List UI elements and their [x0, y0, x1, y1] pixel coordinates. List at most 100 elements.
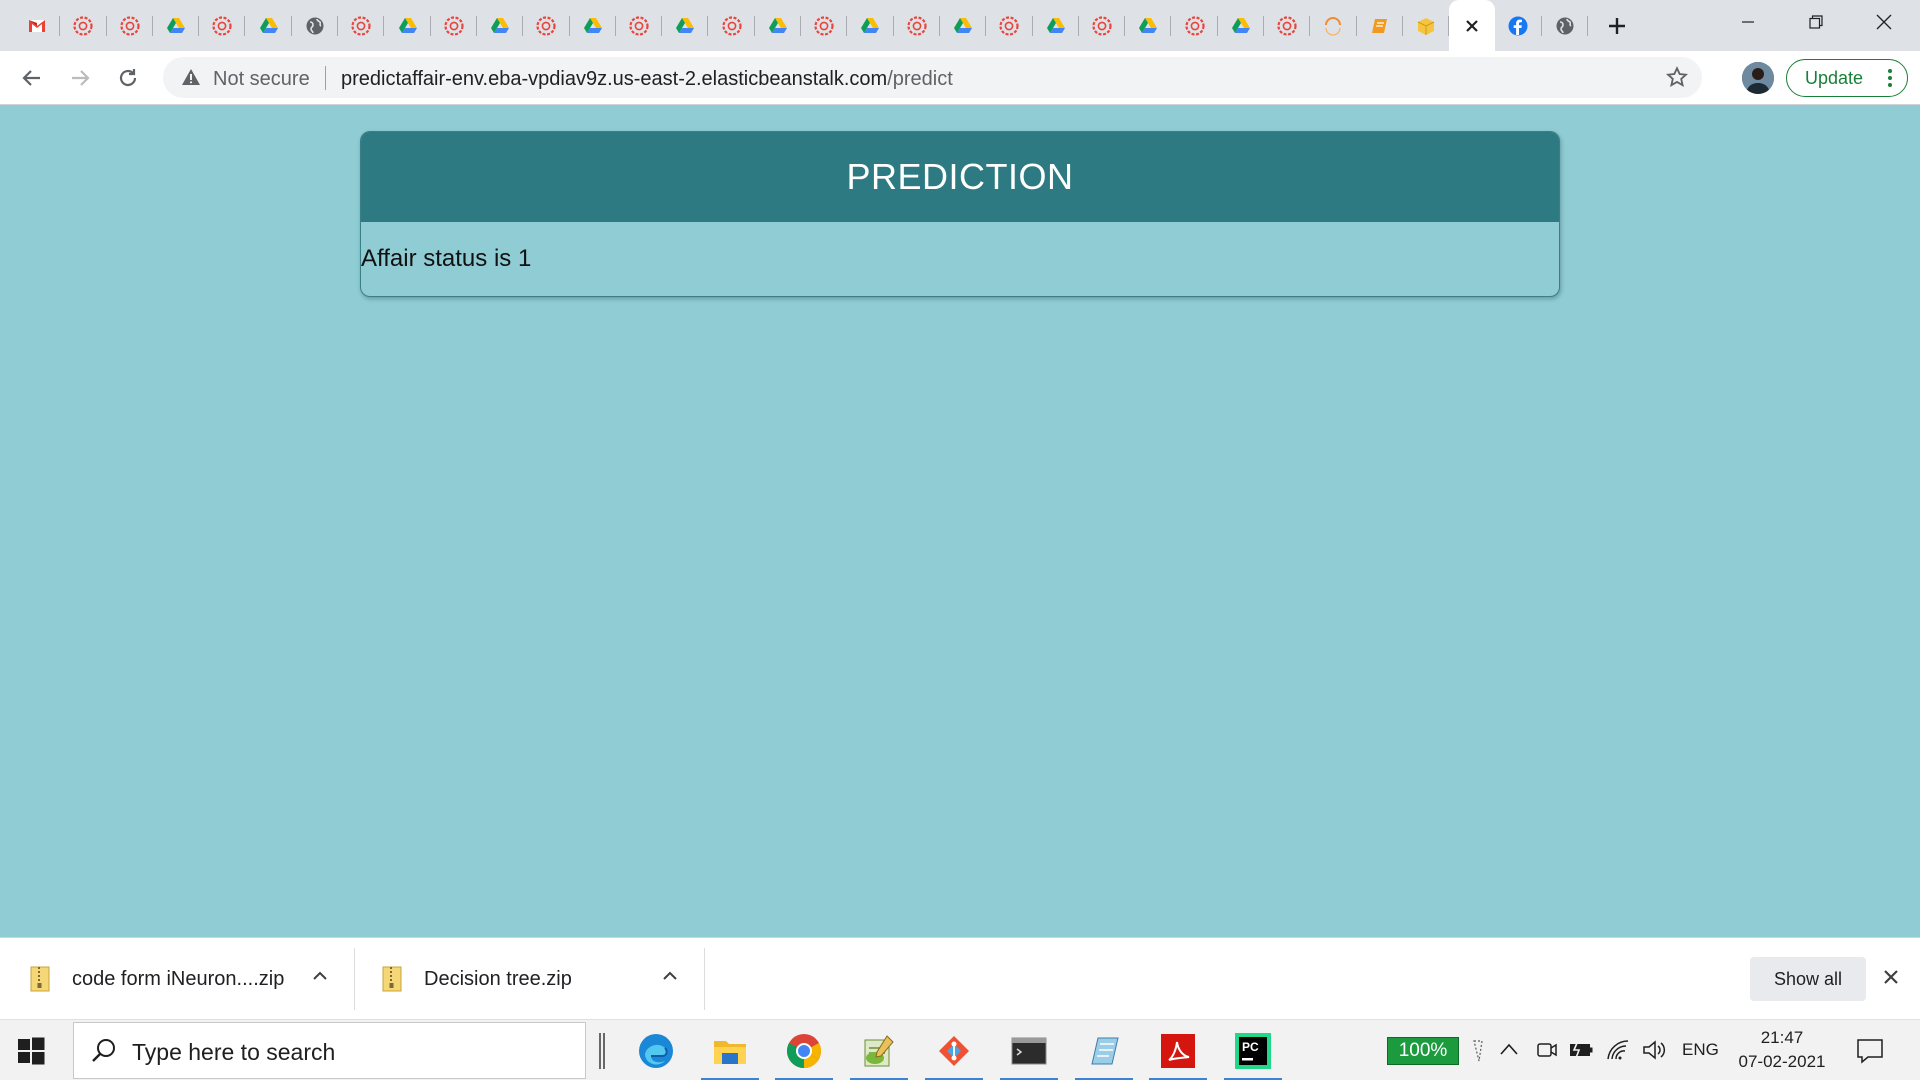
orange-book-icon: [1370, 16, 1390, 36]
windows-start-icon[interactable]: [16, 1036, 46, 1071]
google-drive-icon: [953, 16, 973, 36]
tab[interactable]: [801, 0, 848, 51]
tab[interactable]: [616, 0, 663, 51]
notepad-plus-taskbar-icon[interactable]: [848, 1020, 910, 1080]
show-hidden-icons-chevron-icon[interactable]: [1499, 1042, 1519, 1061]
reload-button[interactable]: [110, 60, 146, 96]
tab[interactable]: [1403, 0, 1450, 51]
clock-time: 21:47: [1760, 1028, 1804, 1047]
volume-icon[interactable]: [1642, 1039, 1668, 1066]
address-divider: [325, 66, 326, 90]
address-bar[interactable]: Not secure predictaffair-env.eba-vpdiav9…: [163, 57, 1702, 98]
terminal-taskbar-icon[interactable]: [998, 1020, 1060, 1080]
zip-file-icon: [30, 966, 50, 992]
battery-icon[interactable]: [1568, 1039, 1594, 1066]
update-button[interactable]: Update: [1786, 59, 1908, 97]
close-icon: [1876, 14, 1892, 30]
ineuron-icon: [444, 15, 464, 36]
edge-taskbar-icon[interactable]: [625, 1020, 687, 1080]
tab[interactable]: [662, 0, 709, 51]
new-tab-button[interactable]: [1600, 9, 1634, 43]
tab-active[interactable]: [1449, 0, 1496, 51]
tab[interactable]: [847, 0, 894, 51]
language-indicator[interactable]: ENG: [1682, 1040, 1719, 1060]
tab[interactable]: [384, 0, 431, 51]
window-close-button[interactable]: [1850, 0, 1918, 44]
tab[interactable]: [986, 0, 1033, 51]
tab[interactable]: [1264, 0, 1311, 51]
tab[interactable]: [14, 0, 61, 51]
tab[interactable]: [570, 0, 617, 51]
close-shelf-button[interactable]: [1880, 966, 1902, 993]
security-status-label[interactable]: Not secure: [213, 68, 310, 91]
search-placeholder: Type here to search: [132, 1039, 336, 1065]
tab[interactable]: [292, 0, 339, 51]
tab[interactable]: [708, 0, 756, 51]
meet-now-icon[interactable]: [1536, 1039, 1558, 1066]
minimize-button[interactable]: [1714, 0, 1782, 44]
taskbar-search-box[interactable]: Type here to search: [73, 1022, 586, 1079]
tab[interactable]: [477, 0, 524, 51]
back-button[interactable]: [14, 60, 50, 96]
tab[interactable]: [1033, 0, 1080, 51]
restore-button[interactable]: [1782, 0, 1850, 44]
arrow-right-icon: [72, 70, 90, 86]
close-icon[interactable]: [1462, 16, 1482, 36]
notification-center-icon[interactable]: [1856, 1038, 1884, 1069]
tab[interactable]: [245, 0, 293, 51]
tab[interactable]: [338, 0, 385, 51]
chevron-up-icon[interactable]: [662, 968, 678, 986]
file-explorer-taskbar-icon[interactable]: [699, 1020, 761, 1080]
download-item[interactable]: code form iNeuron....zip: [30, 938, 340, 1020]
wifi-icon[interactable]: [1606, 1039, 1630, 1066]
tab[interactable]: [107, 0, 154, 51]
tab[interactable]: [1125, 0, 1172, 51]
clock[interactable]: 21:47 07-02-2021: [1736, 1026, 1828, 1074]
forward-button[interactable]: [62, 60, 98, 96]
warning-icon[interactable]: [181, 68, 201, 91]
download-item[interactable]: Decision tree.zip: [382, 938, 692, 1020]
ineuron-icon: [536, 15, 557, 36]
google-drive-icon: [490, 16, 510, 36]
bookmark-star-icon[interactable]: [1665, 66, 1689, 93]
tab[interactable]: [1357, 0, 1404, 51]
gmail-icon: [27, 16, 47, 36]
ineuron-icon: [629, 15, 649, 36]
tab[interactable]: [60, 0, 107, 51]
tab[interactable]: [1171, 0, 1219, 51]
pycharm-taskbar-icon[interactable]: PC: [1222, 1020, 1284, 1080]
tab[interactable]: [523, 0, 570, 51]
ineuron-icon: [721, 15, 742, 36]
tab[interactable]: [894, 0, 941, 51]
tab[interactable]: [940, 0, 987, 51]
ineuron-icon: [1092, 15, 1112, 36]
acrobat-taskbar-icon[interactable]: [1147, 1020, 1209, 1080]
google-drive-icon: [583, 16, 603, 36]
tab[interactable]: [1495, 0, 1542, 51]
close-icon: [1884, 970, 1898, 984]
chrome-taskbar-icon[interactable]: [773, 1020, 835, 1080]
task-view-icon[interactable]: [597, 1033, 607, 1074]
facebook-icon: [1508, 16, 1528, 36]
git-taskbar-icon[interactable]: [923, 1020, 985, 1080]
profile-avatar[interactable]: [1742, 62, 1774, 94]
tab[interactable]: [1218, 0, 1265, 51]
pen-tray-icon[interactable]: [1470, 1039, 1486, 1068]
tab[interactable]: [1310, 0, 1357, 51]
tab[interactable]: [755, 0, 802, 51]
tab[interactable]: [199, 0, 246, 51]
show-all-downloads-button[interactable]: Show all: [1750, 957, 1866, 1001]
tab[interactable]: [1542, 0, 1589, 51]
chevron-up-icon[interactable]: [312, 968, 328, 986]
editor-taskbar-icon[interactable]: [1073, 1020, 1135, 1080]
tab[interactable]: [1079, 0, 1126, 51]
battery-percent-badge[interactable]: 100%: [1387, 1037, 1459, 1065]
ineuron-icon: [1184, 15, 1205, 36]
tab[interactable]: [153, 0, 200, 51]
url-text[interactable]: predictaffair-env.eba-vpdiav9z.us-east-2…: [341, 68, 953, 91]
download-filename: Decision tree.zip: [424, 967, 572, 990]
tab[interactable]: [431, 0, 478, 51]
google-drive-icon: [768, 16, 788, 36]
google-drive-icon: [1046, 16, 1066, 36]
download-filename: code form iNeuron....zip: [72, 967, 285, 990]
